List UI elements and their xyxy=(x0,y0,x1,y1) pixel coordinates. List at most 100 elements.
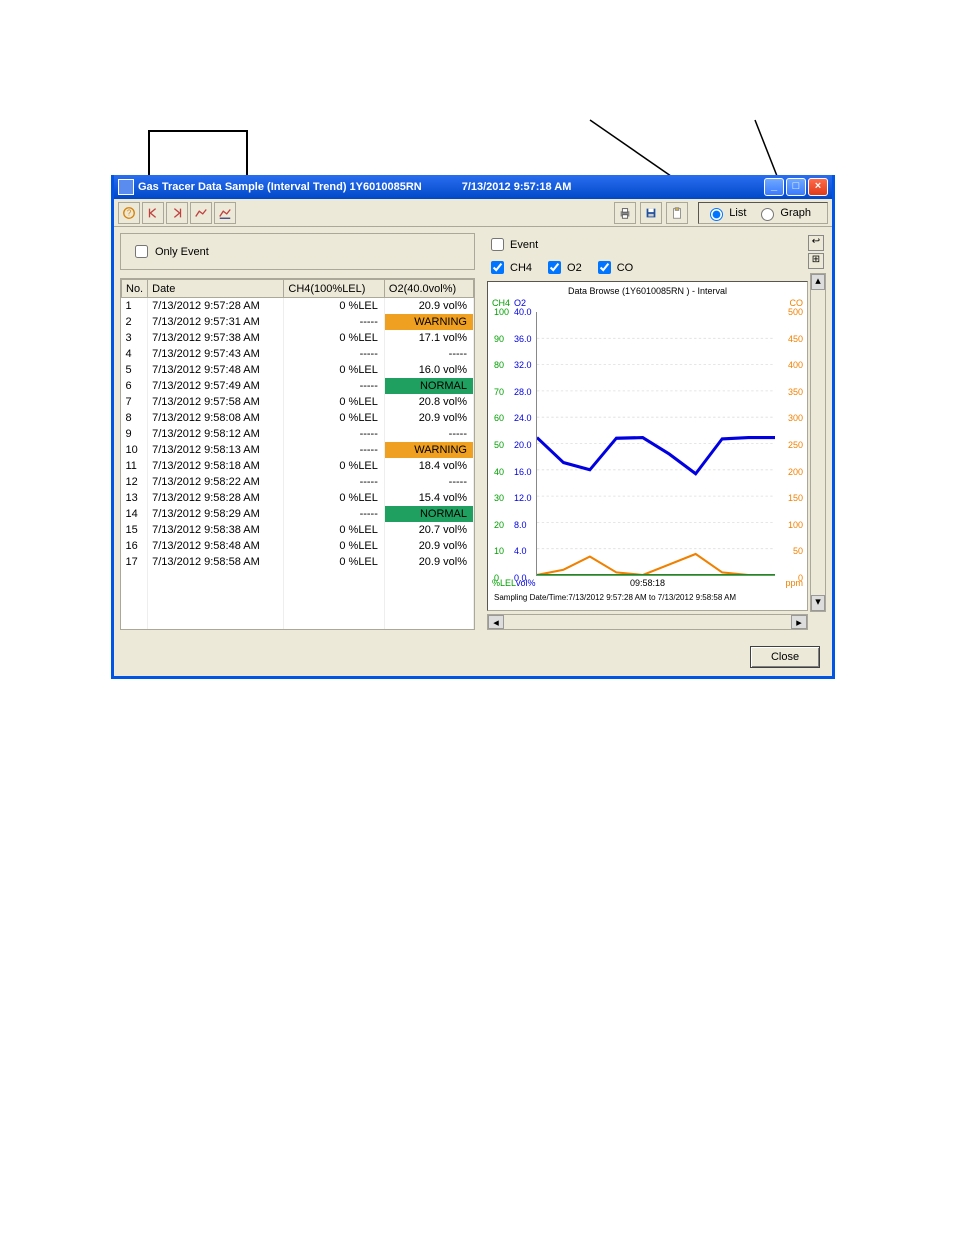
graph-tool-2-button[interactable] xyxy=(214,202,236,224)
table-row[interactable]: 167/13/2012 9:58:48 AM0 %LEL20.9 vol% xyxy=(122,538,474,554)
table-row[interactable]: 27/13/2012 9:57:31 AM-----WARNING xyxy=(122,314,474,330)
event-prev-button[interactable] xyxy=(142,202,164,224)
axis-tick: 70 xyxy=(494,387,504,397)
axis-tick: 24.0 xyxy=(514,413,532,423)
cell-ch4: 0 %LEL xyxy=(284,330,385,346)
cell-o2: 17.1 vol% xyxy=(384,330,473,346)
cell-no: 17 xyxy=(122,554,148,570)
axis-tick: 60 xyxy=(494,413,504,423)
co-checkbox[interactable]: CO xyxy=(594,258,634,277)
table-row[interactable]: 67/13/2012 9:57:49 AM-----NORMAL xyxy=(122,378,474,394)
svg-text:?: ? xyxy=(127,208,132,217)
table-row[interactable]: 47/13/2012 9:57:43 AM---------- xyxy=(122,346,474,362)
close-window-button[interactable]: × xyxy=(808,178,828,196)
cell-no: 13 xyxy=(122,490,148,506)
table-row[interactable]: 37/13/2012 9:57:38 AM0 %LEL17.1 vol% xyxy=(122,330,474,346)
axis-tick: 20 xyxy=(494,520,504,530)
cell-ch4: ----- xyxy=(284,426,385,442)
data-table: No. Date CH4(100%LEL) O2(40.0vol%) 17/13… xyxy=(121,279,474,630)
cell-date: 7/13/2012 9:58:48 AM xyxy=(148,538,284,554)
axis-tick: 200 xyxy=(788,467,803,477)
o2-checkbox[interactable]: O2 xyxy=(544,258,582,277)
cell-date: 7/13/2012 9:58:12 AM xyxy=(148,426,284,442)
app-window: Gas Tracer Data Sample (Interval Trend) … xyxy=(111,175,835,679)
event-checkbox[interactable]: Event xyxy=(487,235,538,254)
table-row[interactable]: 147/13/2012 9:58:29 AM-----NORMAL xyxy=(122,506,474,522)
only-event-checkbox[interactable]: Only Event xyxy=(131,242,464,261)
cell-no: 10 xyxy=(122,442,148,458)
left-pane: Only Event No. Date CH4(100%LEL) O2(40.0… xyxy=(120,233,475,630)
table-row[interactable]: 107/13/2012 9:58:13 AM-----WARNING xyxy=(122,442,474,458)
series-checkbox-row-2: CH4 O2 CO xyxy=(481,256,826,279)
axis-tick: 400 xyxy=(788,360,803,370)
axis-tick: 450 xyxy=(788,334,803,344)
axis-tick: 100 xyxy=(788,520,803,530)
plot-area[interactable] xyxy=(536,312,775,576)
view-list-radio[interactable]: List xyxy=(705,205,746,221)
chart-footer: Sampling Date/Time:7/13/2012 9:57:28 AM … xyxy=(494,593,801,602)
cell-ch4: 0 %LEL xyxy=(284,362,385,378)
maximize-button[interactable]: □ xyxy=(786,178,806,196)
cell-date: 7/13/2012 9:58:22 AM xyxy=(148,474,284,490)
table-row[interactable]: 177/13/2012 9:58:58 AM0 %LEL20.9 vol% xyxy=(122,554,474,570)
event-next-button[interactable] xyxy=(166,202,188,224)
view-mode-group: List Graph xyxy=(698,202,828,224)
help-button[interactable]: ? xyxy=(118,202,140,224)
title-prefix: Gas xyxy=(138,181,159,193)
cell-ch4: 0 %LEL xyxy=(284,458,385,474)
axis-tick: 90 xyxy=(494,334,504,344)
cell-ch4: ----- xyxy=(284,314,385,330)
table-row[interactable]: 137/13/2012 9:58:28 AM0 %LEL15.4 vol% xyxy=(122,490,474,506)
restore-chart-button[interactable]: ↩ xyxy=(808,235,824,251)
print-button[interactable] xyxy=(614,202,636,224)
table-row[interactable]: 17/13/2012 9:57:28 AM0 %LEL20.9 vol% xyxy=(122,298,474,314)
view-graph-radio[interactable]: Graph xyxy=(756,205,811,221)
col-no[interactable]: No. xyxy=(122,280,148,298)
col-ch4[interactable]: CH4(100%LEL) xyxy=(284,280,385,298)
cell-no: 15 xyxy=(122,522,148,538)
col-date[interactable]: Date xyxy=(148,280,284,298)
table-row[interactable]: 87/13/2012 9:58:08 AM0 %LEL20.9 vol% xyxy=(122,410,474,426)
cell-date: 7/13/2012 9:57:49 AM xyxy=(148,378,284,394)
cell-ch4: 0 %LEL xyxy=(284,298,385,314)
cell-no: 7 xyxy=(122,394,148,410)
graph-tool-1-button[interactable] xyxy=(190,202,212,224)
table-row[interactable]: 57/13/2012 9:57:48 AM0 %LEL16.0 vol% xyxy=(122,362,474,378)
cell-ch4: ----- xyxy=(284,378,385,394)
expand-chart-button[interactable]: ⊞ xyxy=(808,253,824,269)
cell-ch4: ----- xyxy=(284,474,385,490)
close-button[interactable]: Close xyxy=(750,646,820,668)
cell-ch4: 0 %LEL xyxy=(284,410,385,426)
table-row[interactable]: 77/13/2012 9:57:58 AM0 %LEL20.8 vol% xyxy=(122,394,474,410)
cell-date: 7/13/2012 9:58:58 AM xyxy=(148,554,284,570)
axis-tick: 40.0 xyxy=(514,307,532,317)
col-o2[interactable]: O2(40.0vol%) xyxy=(384,280,473,298)
save-button[interactable] xyxy=(640,202,662,224)
table-row-empty xyxy=(122,618,474,631)
ch4-checkbox[interactable]: CH4 xyxy=(487,258,532,277)
cell-ch4: 0 %LEL xyxy=(284,538,385,554)
cell-ch4: 0 %LEL xyxy=(284,522,385,538)
table-row[interactable]: 157/13/2012 9:58:38 AM0 %LEL20.7 vol% xyxy=(122,522,474,538)
cell-o2: ----- xyxy=(384,426,473,442)
cell-date: 7/13/2012 9:57:58 AM xyxy=(148,394,284,410)
window-title-date: 7/13/2012 9:57:18 AM xyxy=(462,181,572,193)
horizontal-scrollbar[interactable]: ◂ ▸ xyxy=(487,614,808,630)
table-row[interactable]: 127/13/2012 9:58:22 AM---------- xyxy=(122,474,474,490)
cell-no: 12 xyxy=(122,474,148,490)
content-area: Only Event No. Date CH4(100%LEL) O2(40.0… xyxy=(114,227,832,636)
toolbar: ? xyxy=(114,199,832,227)
axis-tick: 80 xyxy=(494,360,504,370)
cell-o2: ----- xyxy=(384,346,473,362)
vertical-scrollbar[interactable]: ▴ ▾ xyxy=(810,273,826,612)
table-row[interactable]: 117/13/2012 9:58:18 AM0 %LEL18.4 vol% xyxy=(122,458,474,474)
chart-title: Data Browse (1Y6010085RN ) - Interval xyxy=(488,282,807,296)
cell-date: 7/13/2012 9:58:13 AM xyxy=(148,442,284,458)
table-row-empty xyxy=(122,586,474,602)
table-row[interactable]: 97/13/2012 9:58:12 AM---------- xyxy=(122,426,474,442)
axis-tick: 8.0 xyxy=(514,520,527,530)
minimize-button[interactable]: _ xyxy=(764,178,784,196)
cell-no: 16 xyxy=(122,538,148,554)
cell-no: 11 xyxy=(122,458,148,474)
clipboard-button[interactable] xyxy=(666,202,688,224)
